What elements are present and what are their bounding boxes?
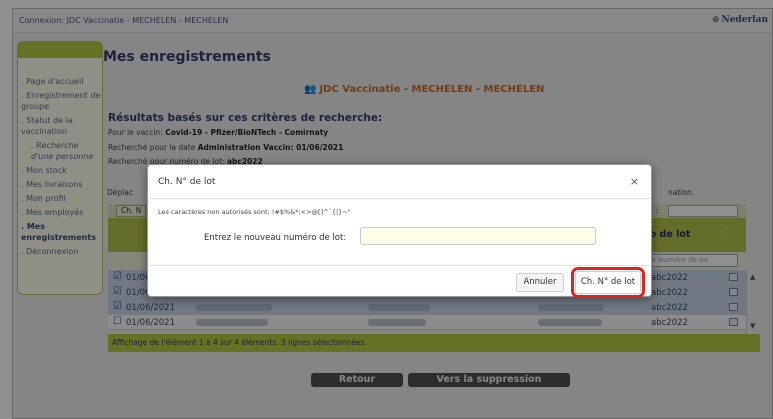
dialog-title: Ch. N° de lot bbox=[158, 177, 216, 187]
dialog-divider bbox=[148, 265, 651, 266]
dialog-header: Ch. N° de lot × bbox=[148, 165, 651, 199]
change-lot-dialog: Ch. N° de lot × Les caractères non autor… bbox=[147, 164, 652, 298]
change-lot-confirm-button[interactable]: Ch. N° de lot bbox=[571, 267, 645, 298]
forbidden-chars-note: Les caractères non autorisés sont: !#$%&… bbox=[158, 208, 351, 216]
new-lot-input[interactable] bbox=[360, 227, 596, 245]
close-icon[interactable]: × bbox=[630, 176, 639, 187]
cancel-button[interactable]: Annuler bbox=[516, 273, 564, 292]
new-lot-label: Entrez le nouveau numéro de lot: bbox=[204, 233, 347, 243]
